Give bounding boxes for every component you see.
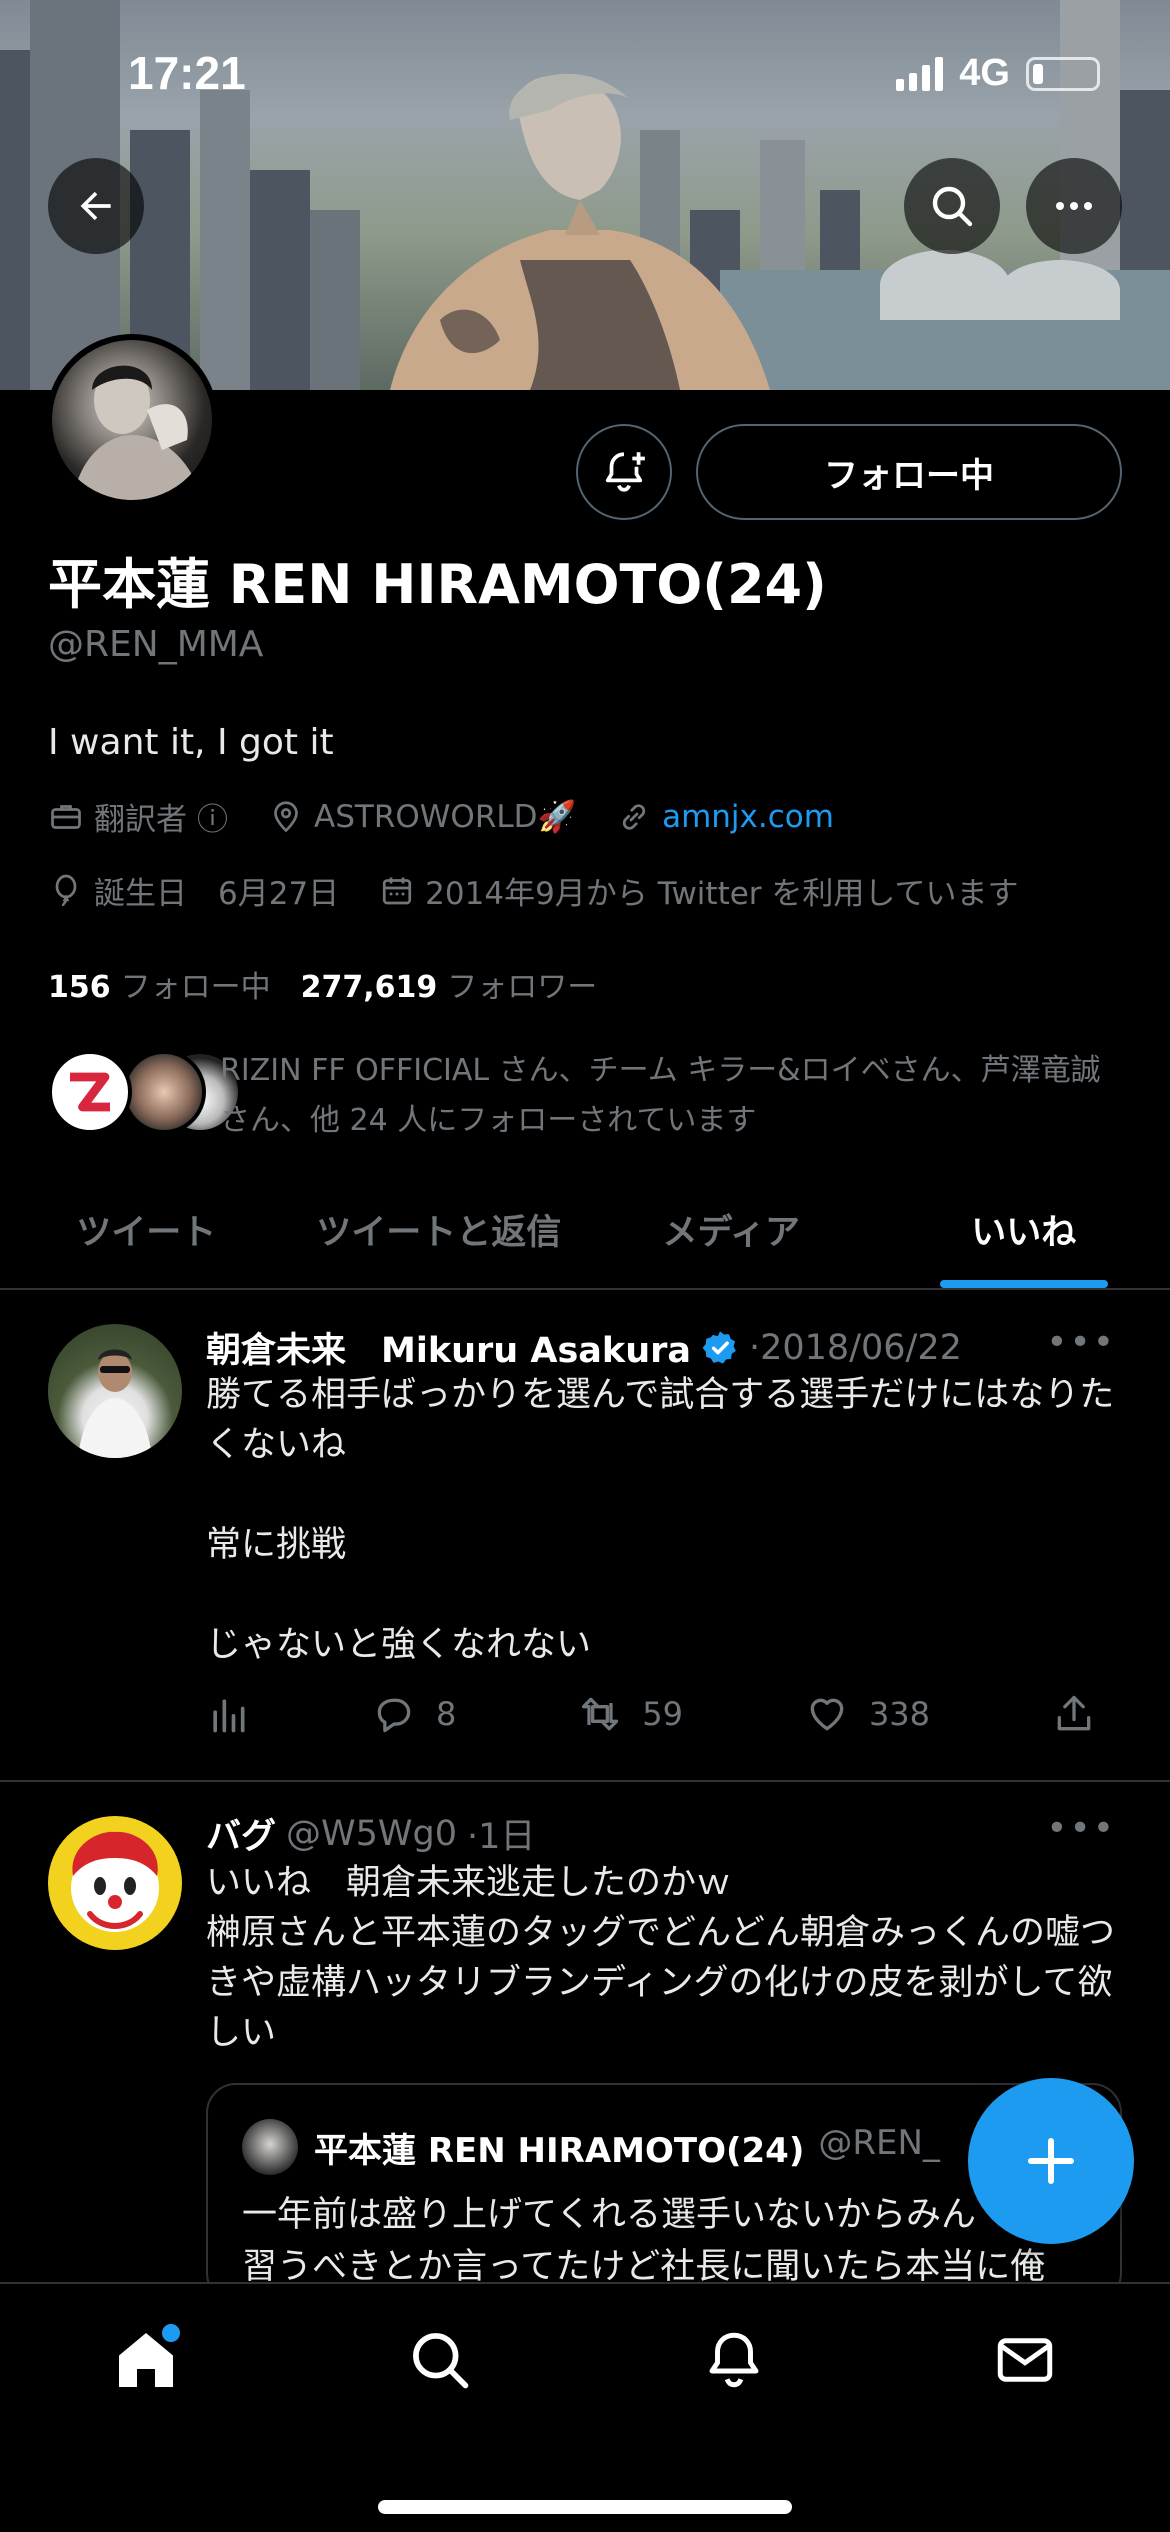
nav-search[interactable] xyxy=(400,2320,480,2400)
tweet-date[interactable]: ·1日 xyxy=(467,1808,535,1859)
website-link[interactable]: amnjx.com xyxy=(662,799,834,835)
calendar-icon xyxy=(383,877,412,904)
tweet-author-name[interactable]: バグ xyxy=(206,1808,276,1859)
website[interactable]: amnjx.com xyxy=(616,799,834,835)
search-icon xyxy=(932,186,973,227)
reply-icon xyxy=(377,1698,411,1733)
new-content-dot xyxy=(162,2324,180,2342)
status-indicators: 4G xyxy=(896,52,1100,95)
search-icon xyxy=(413,2333,469,2389)
status-time: 17:21 xyxy=(128,47,246,99)
profile-meta-row-1: 翻訳者 ⓘ ASTROWORLD🚀 amnjx.com xyxy=(48,794,874,839)
tab-tweets-and-replies[interactable]: ツイートと返信 xyxy=(293,1170,586,1288)
profile-avatar[interactable] xyxy=(46,334,218,506)
occupation: 翻訳者 ⓘ xyxy=(48,794,228,839)
tab-tweets[interactable]: ツイート xyxy=(0,1170,293,1288)
more-button[interactable] xyxy=(1026,158,1122,254)
search-button[interactable] xyxy=(904,158,1000,254)
tweet-avatar[interactable] xyxy=(48,1324,182,1458)
nav-notifications[interactable] xyxy=(694,2320,774,2400)
follow-counts: 156 フォロー中 277,619 フォロワー xyxy=(48,962,597,1006)
profile-meta-row-2: 誕生日 6月27日 2014年9月から Twitter を利用しています xyxy=(48,868,1058,913)
tweet-header: 朝倉未来 Mikuru Asakura ·2018/06/22 xyxy=(206,1322,962,1373)
followers-count-link[interactable]: 277,619 フォロワー xyxy=(301,962,598,1006)
nav-home[interactable] xyxy=(106,2320,186,2400)
mail-icon xyxy=(997,2338,1053,2382)
verified-badge-icon xyxy=(702,1330,736,1364)
follower-avatar xyxy=(48,1050,132,1134)
quoted-tweet-avatar xyxy=(242,2119,298,2175)
back-arrow-icon xyxy=(80,191,111,221)
info-icon[interactable]: ⓘ xyxy=(197,794,228,839)
tweet-more-button[interactable]: ••• xyxy=(1046,1808,1116,1849)
battery-icon xyxy=(1026,56,1100,91)
quoted-author-handle: @REN_ xyxy=(818,2123,940,2163)
back-button[interactable] xyxy=(48,158,144,254)
retweet-icon xyxy=(582,1697,619,1731)
quoted-author-name: 平本蓮 REN HIRAMOTO(24) xyxy=(314,2131,805,2171)
network-label: 4G xyxy=(959,52,1010,94)
home-indicator xyxy=(378,2500,792,2514)
compose-tweet-button[interactable] xyxy=(968,2078,1134,2244)
tweet-author-handle[interactable]: @W5Wg0 xyxy=(286,1814,457,1854)
tweet-more-button[interactable]: ••• xyxy=(1046,1322,1116,1363)
like-button[interactable]: 338 xyxy=(805,1692,930,1736)
bottom-navigation xyxy=(0,2282,1170,2532)
location-pin-icon xyxy=(274,800,298,832)
birthday-label: 誕生日 6月27日 xyxy=(94,876,340,912)
share-icon xyxy=(1057,1695,1091,1731)
tweet-header: バグ @W5Wg0 ·1日 xyxy=(206,1808,535,1859)
reply-count: 8 xyxy=(435,1695,457,1733)
like-icon xyxy=(810,1698,844,1731)
join-date: 2014年9月から Twitter を利用しています xyxy=(379,868,1018,913)
tweet-avatar[interactable] xyxy=(48,1816,182,1950)
more-icon xyxy=(1056,202,1092,210)
tweet-text: いいね 朝倉未来逃走したのかｗ 榊原さんと平本蓮のタッグでどんどん朝倉みっくんの… xyxy=(206,1863,1115,2053)
profile-handle: @REN_MMA xyxy=(48,624,264,665)
like-count: 338 xyxy=(868,1695,931,1733)
birthday: 誕生日 6月27日 xyxy=(48,868,339,913)
nav-messages[interactable] xyxy=(985,2320,1065,2400)
plus-icon xyxy=(1028,2138,1074,2184)
tweet-actions: 8 59 338 xyxy=(206,1692,1096,1736)
location-label: ASTROWORLD🚀 xyxy=(314,799,577,835)
tab-likes[interactable]: いいね xyxy=(878,1170,1170,1288)
tweet-text: 勝てる相手ばっかりを選んで試合する選手だけにはなりたくないね 常に挑戦 じゃない… xyxy=(206,1375,1115,1665)
tab-media[interactable]: メディア xyxy=(585,1170,878,1288)
follower-avatar xyxy=(122,1050,206,1134)
analytics-button[interactable] xyxy=(206,1692,250,1736)
tweet-author-name[interactable]: 朝倉未来 Mikuru Asakura xyxy=(206,1322,691,1373)
signal-icon xyxy=(896,56,944,91)
reply-button[interactable]: 8 xyxy=(372,1692,456,1736)
banner-person-image xyxy=(390,73,770,390)
join-date-label: 2014年9月から Twitter を利用しています xyxy=(425,876,1019,912)
briefcase-icon xyxy=(51,804,81,829)
followed-by-text[interactable]: RIZIN FF OFFICIAL さん、チーム キラー&ロイベさん、芦澤竜誠さ… xyxy=(220,1046,1130,1146)
bell-icon xyxy=(709,2332,759,2388)
tweet-date[interactable]: ·2018/06/22 xyxy=(749,1328,962,1368)
profile-display-name: 平本蓮 REN HIRAMOTO(24) xyxy=(48,553,827,616)
share-button[interactable] xyxy=(1052,1692,1096,1736)
tweet[interactable]: 朝倉未来 Mikuru Asakura ·2018/06/22 ••• 勝てる相… xyxy=(0,1292,1170,1782)
profile-tabs: ツイート ツイートと返信 メディア いいね xyxy=(0,1170,1170,1290)
analytics-icon xyxy=(213,1699,245,1733)
link-icon xyxy=(622,803,646,830)
bell-plus-icon xyxy=(605,452,645,492)
retweet-count: 59 xyxy=(642,1695,683,1733)
profile-bio: I want it, I got it xyxy=(48,722,334,763)
retweet-button[interactable]: 59 xyxy=(578,1692,683,1736)
following-count-link[interactable]: 156 フォロー中 xyxy=(48,962,271,1006)
location: ASTROWORLD🚀 xyxy=(268,798,576,835)
notification-toggle-button[interactable] xyxy=(576,424,672,520)
balloon-icon xyxy=(55,874,77,906)
occupation-label: 翻訳者 xyxy=(94,802,187,838)
quoted-tweet-header: 平本蓮 REN HIRAMOTO(24) @REN_ xyxy=(314,2123,940,2172)
following-button[interactable]: フォロー中 xyxy=(696,424,1122,520)
